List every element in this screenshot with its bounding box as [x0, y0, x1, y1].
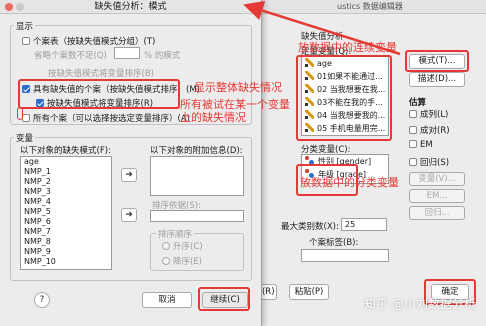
- annotation-all-cases-2: 上的缺失情况: [180, 111, 246, 124]
- annotation-continuous-vars: 放数据中的连续变量: [298, 41, 397, 54]
- annotation-arrow-svg: [243, 0, 401, 56]
- watermark: 知乎 @小刘数据分析: [364, 297, 476, 311]
- annotation-show-overall: 显示整体缺失情况: [194, 81, 282, 94]
- annotation-categorical-vars: 放数据中的分类变量: [300, 176, 399, 189]
